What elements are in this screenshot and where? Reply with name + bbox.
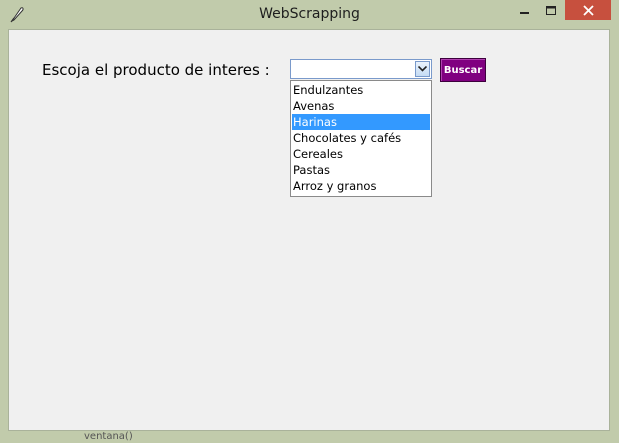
dropdown-option-pastas[interactable]: Pastas [292, 162, 430, 178]
dropdown-option-avenas[interactable]: Avenas [292, 98, 430, 114]
close-icon [582, 1, 594, 20]
dropdown-option-cereales[interactable]: Cereales [292, 146, 430, 162]
product-combobox[interactable] [290, 59, 432, 79]
minimize-icon [520, 1, 530, 20]
minimize-button[interactable] [512, 0, 538, 20]
window-client-area: Escoja el producto de interes : Buscar E… [8, 29, 610, 431]
app-window: WebScrapping Escoja el producto de inter… [0, 0, 619, 443]
product-prompt-label: Escoja el producto de interes : [42, 61, 270, 79]
close-button[interactable] [565, 0, 611, 20]
buscar-button[interactable]: Buscar [440, 58, 486, 82]
dropdown-option-endulzantes[interactable]: Endulzantes [292, 82, 430, 98]
title-bar[interactable]: WebScrapping [0, 0, 619, 29]
maximize-button[interactable] [538, 0, 565, 20]
chevron-down-icon[interactable] [415, 61, 430, 77]
dropdown-option-harinas[interactable]: Harinas [292, 114, 430, 130]
maximize-icon [546, 1, 557, 20]
dropdown-option-arroz[interactable]: Arroz y granos [292, 178, 430, 194]
feather-icon [8, 5, 26, 23]
background-code-text: ventana() [84, 431, 133, 442]
dropdown-option-chocolates[interactable]: Chocolates y cafés [292, 130, 430, 146]
product-dropdown-list: Endulzantes Avenas Harinas Chocolates y … [290, 80, 432, 197]
